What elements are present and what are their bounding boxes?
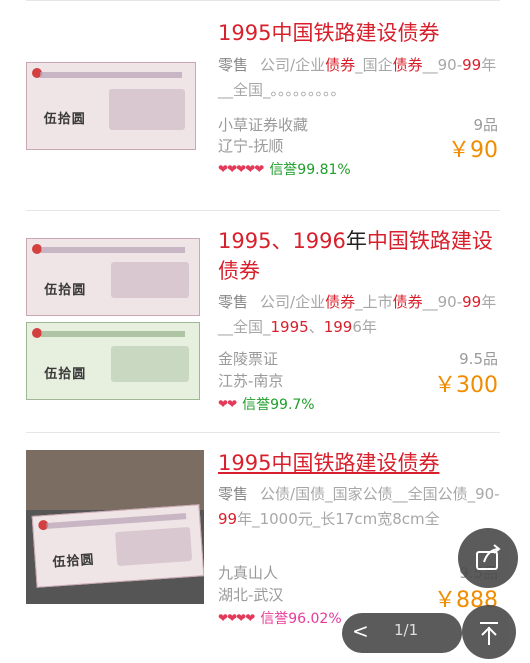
share-icon: [476, 544, 501, 570]
train-icon: [109, 88, 185, 131]
back-to-top-icon: [480, 622, 498, 645]
seller-location: 湖北-武汉: [218, 586, 284, 604]
listing-thumbnail[interactable]: 伍拾圆: [26, 58, 196, 150]
seller-location: 辽宁-抚顺: [218, 137, 284, 155]
listing-description: 零售 公债/国债_国家公债__全国公债_90-99年_1000元_长17cm宽8c…: [218, 485, 500, 528]
bond-image: 伍拾圆: [26, 322, 200, 400]
heart-icon: ❤ ❤: [218, 397, 238, 411]
listing-thumbnail[interactable]: 伍拾圆: [26, 450, 204, 604]
seller-reputation: ❤ ❤ 信誉99.7%: [218, 397, 315, 413]
seller-reputation: ❤ ❤ ❤ ❤ ❤ 信誉99.81%: [218, 162, 351, 178]
divider: [26, 210, 500, 211]
share-button[interactable]: [458, 528, 518, 588]
back-to-top-button[interactable]: [462, 605, 516, 659]
listing-thumbnail[interactable]: 伍拾圆 伍拾圆: [26, 238, 202, 400]
seller-location: 江苏-南京: [218, 372, 284, 390]
listing-title[interactable]: 1995、1996年中国铁路建设债券: [218, 226, 498, 286]
divider: [26, 0, 500, 1]
seller-name[interactable]: 金陵票证: [218, 348, 278, 369]
heart-icon: ❤ ❤ ❤ ❤ ❤: [218, 162, 265, 176]
seller-reputation: ❤ ❤ ❤ ❤ 信誉96.02%: [218, 611, 342, 627]
seller-name[interactable]: 九真山人: [218, 562, 278, 583]
divider: [26, 432, 500, 433]
heart-icon: ❤ ❤ ❤ ❤: [218, 611, 256, 625]
prev-page-button[interactable]: <: [352, 619, 369, 643]
page-indicator: 1/1: [394, 621, 419, 639]
listing-title[interactable]: 1995中国铁路建设债券: [218, 448, 498, 478]
item-price: ￥300: [434, 373, 498, 398]
pager: < 1/1: [342, 613, 462, 653]
seller-name[interactable]: 小草证券收藏: [218, 114, 308, 135]
train-icon: [111, 261, 189, 299]
item-price: ￥90: [448, 138, 498, 163]
listing-title[interactable]: 1995中国铁路建设债券: [218, 18, 498, 48]
train-icon: [111, 345, 189, 383]
bond-image: 伍拾圆: [26, 62, 196, 150]
bond-image: 伍拾圆: [31, 504, 204, 588]
listing-description: 零售 公司/企业债券_上市债券__90-99年__全国_1995、1996年: [218, 293, 497, 336]
listing-description: 零售 公司/企业债券_国企债券__90-99年__全国_。。。。。。。。。: [218, 56, 497, 99]
train-icon: [115, 526, 193, 566]
item-grade: 9.5品: [459, 350, 498, 368]
bond-image: 伍拾圆: [26, 238, 200, 316]
